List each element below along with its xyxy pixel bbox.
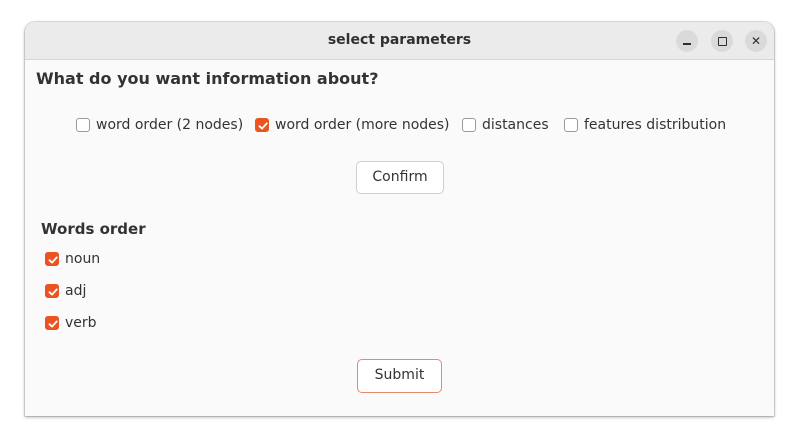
minimize-button[interactable] — [676, 30, 698, 52]
option-label: word order (2 nodes) — [96, 117, 244, 133]
maximize-button[interactable] — [711, 30, 733, 52]
option-label: distances — [482, 117, 549, 133]
option-word-order-2-nodes[interactable]: word order (2 nodes) — [76, 117, 243, 133]
word-item-label: adj — [65, 283, 87, 299]
option-label: features distribution — [584, 117, 727, 133]
checked-checkbox-icon[interactable] — [45, 316, 59, 330]
confirm-button[interactable]: Confirm — [356, 161, 444, 194]
close-button[interactable]: ✕ — [745, 30, 767, 52]
checkbox-icon[interactable] — [76, 118, 90, 132]
section-title-words-order: Words order — [41, 220, 146, 238]
question-heading: What do you want information about? — [36, 69, 379, 88]
dialog-window: select parameters ✕ What do you want inf… — [25, 22, 774, 416]
word-item-adj[interactable]: adj — [45, 283, 86, 299]
submit-button[interactable]: Submit — [357, 359, 442, 393]
checkbox-icon[interactable] — [462, 118, 476, 132]
word-item-verb[interactable]: verb — [45, 315, 97, 331]
close-icon: ✕ — [750, 34, 762, 48]
checked-checkbox-icon[interactable] — [45, 252, 59, 266]
checkbox-icon[interactable] — [564, 118, 578, 132]
word-item-label: verb — [65, 315, 97, 331]
word-item-noun[interactable]: noun — [45, 251, 100, 267]
window-title: select parameters — [327, 32, 472, 48]
option-label: word order (more nodes) — [275, 117, 450, 133]
title-bar[interactable]: select parameters ✕ — [25, 22, 774, 60]
checked-checkbox-icon[interactable] — [45, 284, 59, 298]
maximize-icon — [717, 36, 727, 46]
option-word-order-more-nodes[interactable]: word order (more nodes) — [255, 117, 450, 133]
option-features-distribution[interactable]: features distribution — [564, 117, 726, 133]
minimize-icon — [683, 43, 691, 45]
word-item-label: noun — [65, 251, 101, 267]
option-distances[interactable]: distances — [462, 117, 549, 133]
checked-checkbox-icon[interactable] — [255, 118, 269, 132]
